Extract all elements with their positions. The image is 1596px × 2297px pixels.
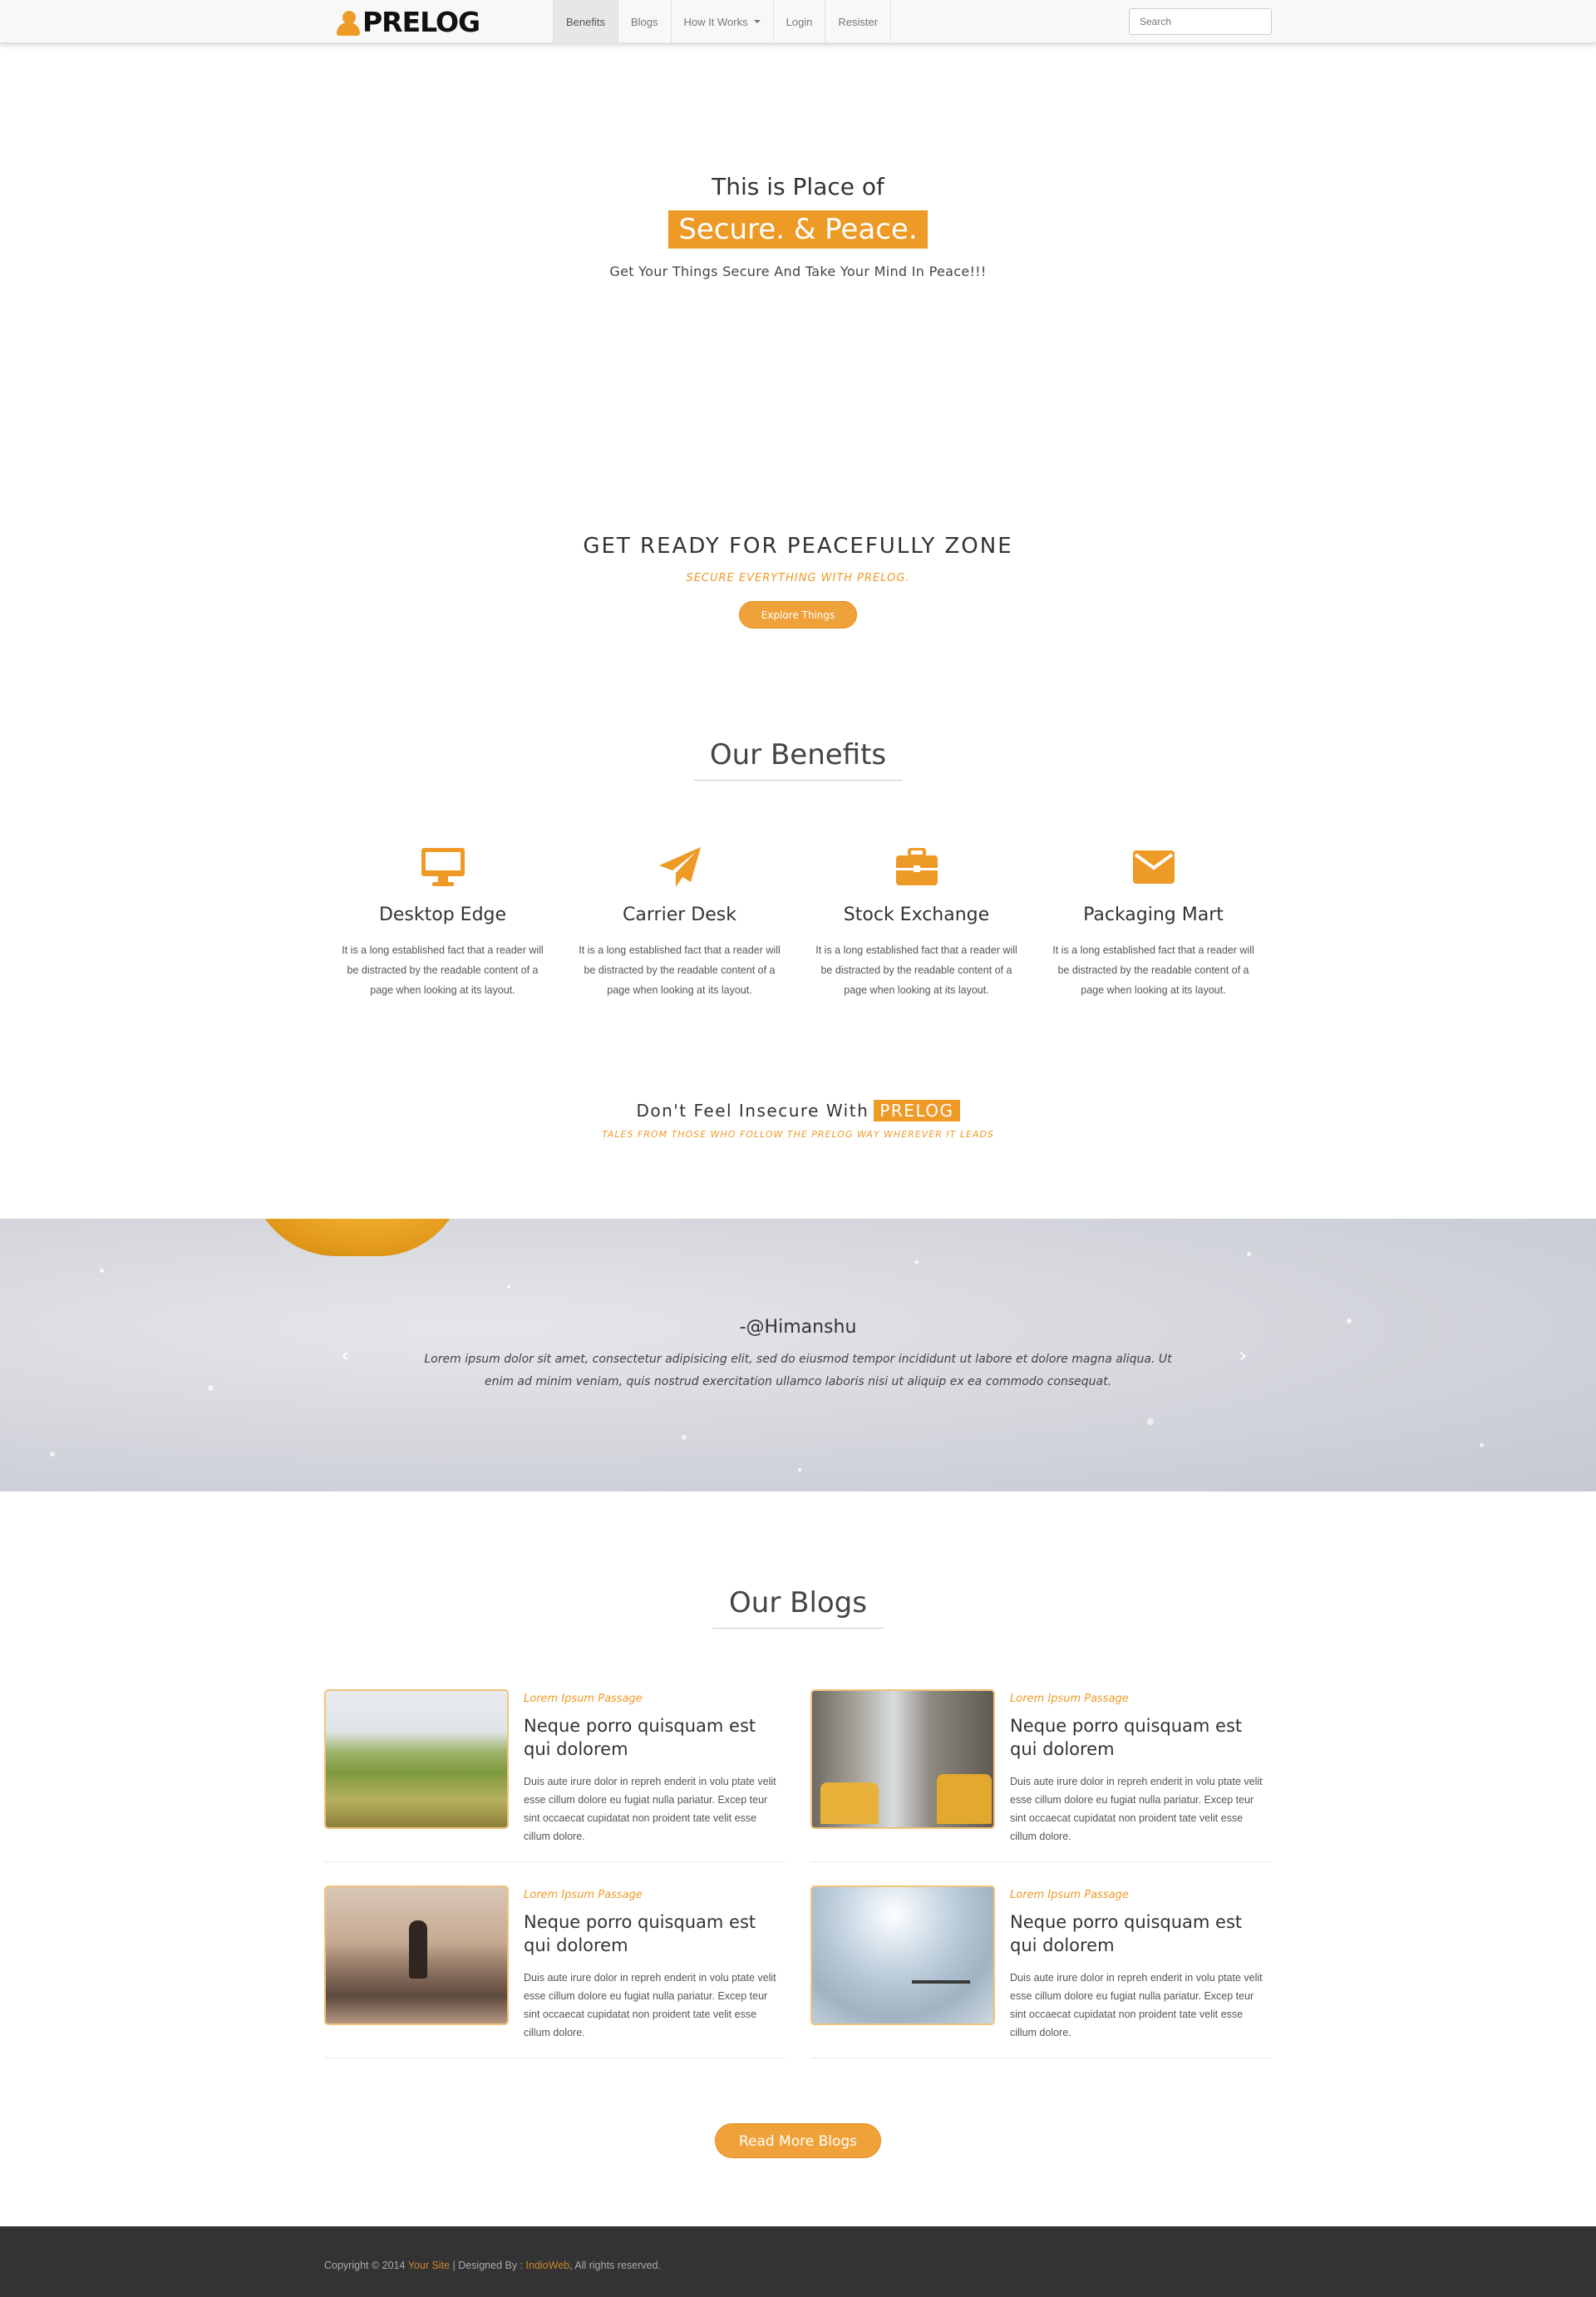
blog-post[interactable]: Lorem Ipsum Passage Neque porro quisquam… (810, 1885, 1271, 2058)
blogs-heading-wrap: Our Blogs (0, 1586, 1596, 1629)
blog-title[interactable]: Neque porro quisquam est qui dolorem (1010, 1910, 1268, 1957)
snow-speck (798, 1468, 801, 1471)
blog-image-foggy-lake[interactable] (810, 1885, 995, 2025)
blog-post[interactable]: Lorem Ipsum Passage Neque porro quisquam… (324, 1689, 785, 1862)
nav-item-blogs[interactable]: Blogs (618, 0, 672, 43)
snow-speck (1480, 1443, 1484, 1447)
hero-subtitle: Get Your Things Secure And Take Your Min… (609, 264, 987, 279)
snow-speck (1147, 1418, 1154, 1425)
paper-plane-icon (561, 846, 798, 888)
blog-text: Duis aute irure dolor in repreh enderit … (524, 1972, 776, 2038)
benefit-text: It is a long established fact that a rea… (579, 944, 781, 996)
snow-speck (100, 1269, 104, 1273)
footer: Copyright © 2014 Your Site | Designed By… (0, 2226, 1596, 2297)
blog-tag: Lorem Ipsum Passage (1010, 1693, 1129, 1705)
blog-tag: Lorem Ipsum Passage (524, 1889, 643, 1901)
benefit-text: It is a long established fact that a rea… (342, 944, 544, 996)
blogs-heading: Our Blogs (712, 1586, 884, 1629)
benefit-card: Carrier Desk It is a long established fa… (561, 846, 798, 1000)
benefits-heading-wrap: Our Benefits (0, 738, 1596, 781)
ready-section: GET READY FOR PEACEFULLY ZONE SECURE EVE… (0, 534, 1596, 628)
blog-post[interactable]: Lorem Ipsum Passage Neque porro quisquam… (324, 1885, 785, 2058)
briefcase-icon (798, 846, 1035, 888)
blog-text: Duis aute irure dolor in repreh enderit … (1010, 1972, 1263, 2038)
insecure-section: Don't Feel Insecure With PRELOG TALES FRO… (0, 1100, 1596, 1140)
benefits-grid: Desktop Edge It is a long established fa… (324, 846, 1272, 1000)
nav-item-login[interactable]: Login (774, 0, 826, 43)
blog-title[interactable]: Neque porro quisquam est qui dolorem (1010, 1714, 1268, 1761)
caret-down-icon (753, 20, 761, 23)
benefit-title: Packaging Mart (1083, 905, 1224, 925)
blog-tag: Lorem Ipsum Passage (524, 1693, 643, 1705)
blog-image-pier-walker[interactable] (324, 1885, 509, 2025)
blog-tag: Lorem Ipsum Passage (1010, 1889, 1129, 1901)
rights-text: , All rights reserved. (569, 2260, 661, 2271)
blog-text: Duis aute irure dolor in repreh enderit … (1010, 1776, 1263, 1842)
testimonial-quote: Lorem ipsum dolor sit amet, consectetur … (424, 1353, 1172, 1388)
read-more-wrap: Read More Blogs (0, 2123, 1596, 2158)
envelope-icon (1035, 846, 1272, 888)
snow-speck (507, 1285, 510, 1289)
nav-item-how-it-works-label: How It Works (683, 15, 748, 28)
brand-logo[interactable]: PRELOG (336, 5, 480, 38)
snow-speck (1247, 1252, 1251, 1256)
copyright-text: Copyright © 2014 (324, 2260, 406, 2271)
designed-by-text: | Designed By : (452, 2260, 524, 2271)
leaf-image (249, 1219, 466, 1256)
benefits-heading: Our Benefits (692, 738, 904, 781)
snow-speck (208, 1385, 214, 1391)
benefit-card: Packaging Mart It is a long established … (1035, 846, 1272, 1000)
hero-heading: This is Place of (712, 173, 884, 200)
testimonial-carousel: ‹ -@Himanshu Lorem ipsum dolor sit amet,… (0, 1219, 1596, 1491)
blog-title[interactable]: Neque porro quisquam est qui dolorem (524, 1910, 781, 1957)
user-icon (336, 7, 361, 36)
benefit-card: Desktop Edge It is a long established fa… (324, 846, 561, 1000)
site-link[interactable]: Your Site (408, 2260, 450, 2271)
blog-title[interactable]: Neque porro quisquam est qui dolorem (524, 1714, 781, 1761)
nav-menu: Benefits Blogs How It Works Login Resist… (553, 0, 892, 43)
search-input[interactable] (1129, 8, 1272, 35)
benefit-text: It is a long established fact that a rea… (815, 944, 1017, 996)
snow-speck (682, 1435, 687, 1440)
benefit-title: Carrier Desk (623, 905, 736, 925)
desktop-icon (324, 846, 561, 888)
blog-post[interactable]: Lorem Ipsum Passage Neque porro quisquam… (810, 1689, 1271, 1862)
navbar: PRELOG Benefits Blogs How It Works Login… (0, 0, 1596, 43)
testimonial-author: -@Himanshu (739, 1317, 857, 1338)
nav-item-benefits[interactable]: Benefits (554, 0, 618, 43)
footer-copyright: Copyright © 2014 Your Site | Designed By… (324, 2260, 661, 2271)
ready-subtitle: SECURE EVERYTHING WITH PRELOG. (686, 572, 910, 584)
blog-image-countryside[interactable] (324, 1689, 509, 1829)
chevron-right-icon[interactable]: › (1239, 1343, 1247, 1368)
blog-text: Duis aute irure dolor in repreh enderit … (524, 1776, 776, 1842)
benefit-title: Desktop Edge (378, 905, 507, 925)
explore-button[interactable]: Explore Things (738, 601, 858, 628)
insecure-title-text: Don't Feel Insecure With (636, 1101, 869, 1121)
nav-item-register[interactable]: Resister (825, 0, 892, 43)
read-more-blogs-button[interactable]: Read More Blogs (714, 2123, 882, 2158)
hero-highlight: Secure. & Peace. (668, 210, 928, 249)
insecure-highlight: PRELOG (874, 1100, 960, 1121)
designer-link[interactable]: IndioWeb (526, 2260, 570, 2271)
insecure-subtitle: TALES FROM THOSE WHO FOLLOW THE PRELOG W… (602, 1129, 994, 1140)
benefit-text: It is a long established fact that a rea… (1052, 944, 1254, 996)
brand-name: PRELOG (362, 5, 480, 38)
nav-item-how-it-works[interactable]: How It Works (672, 0, 774, 43)
snow-speck (914, 1260, 919, 1264)
benefit-title: Stock Exchange (843, 905, 990, 925)
hero-section: This is Place of Secure. & Peace. Get Yo… (0, 173, 1596, 279)
benefit-card: Stock Exchange It is a long established … (798, 846, 1035, 1000)
chevron-left-icon[interactable]: ‹ (341, 1343, 349, 1368)
snow-speck (50, 1452, 55, 1457)
insecure-title: Don't Feel Insecure With PRELOG (0, 1100, 1596, 1121)
blog-image-city-taxi[interactable] (810, 1689, 995, 1829)
ready-title: GET READY FOR PEACEFULLY ZONE (583, 534, 1013, 559)
